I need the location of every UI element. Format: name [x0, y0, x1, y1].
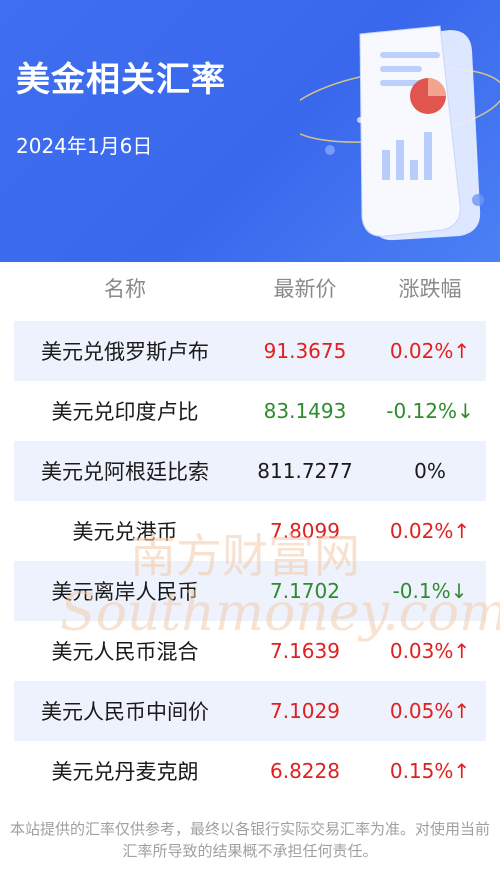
table-row: 美元兑港币 7.8099 0.02%↑: [14, 501, 486, 561]
disclaimer-text: 本站提供的汇率仅供参考，最终以各银行实际交易汇率为准。对使用当前汇率所导致的结果…: [9, 820, 490, 860]
table-row: 美元人民币中间价 7.1029 0.05%↑: [14, 681, 486, 741]
column-header-change: 涨跌幅: [398, 277, 462, 301]
table-row: 美元兑印度卢比 83.1493 -0.12%↓: [14, 381, 486, 441]
currency-pair-name: 美元人民币中间价: [41, 700, 209, 724]
latest-price: 91.3675: [263, 339, 347, 363]
exchange-rate-table: 美元兑俄罗斯卢布 91.3675 0.02%↑ 美元兑印度卢比 83.1493 …: [14, 321, 486, 801]
change-percent: -0.12%↓: [386, 399, 474, 423]
table-row: 美元兑俄罗斯卢布 91.3675 0.02%↑: [14, 321, 486, 381]
latest-price: 7.1029: [270, 699, 340, 723]
column-header-price: 最新价: [273, 277, 337, 301]
change-percent: 0.02%↑: [389, 519, 471, 543]
change-percent: -0.1%↓: [392, 579, 468, 603]
latest-price: 811.7277: [257, 459, 353, 483]
latest-price: 6.8228: [270, 759, 340, 783]
change-percent: 0.02%↑: [389, 339, 471, 363]
currency-pair-name: 美元兑港币: [72, 520, 178, 544]
table-row: 美元人民币混合 7.1639 0.03%↑: [14, 621, 486, 681]
table-row: 美元兑丹麦克朗 6.8228 0.15%↑: [14, 741, 486, 801]
change-percent: 0.15%↑: [389, 759, 471, 783]
table-row: 美元离岸人民币 7.1702 -0.1%↓: [14, 561, 486, 621]
currency-pair-name: 美元兑俄罗斯卢布: [41, 340, 209, 364]
latest-price: 83.1493: [263, 399, 347, 423]
column-header-name: 名称: [104, 277, 146, 301]
currency-pair-name: 美元离岸人民币: [51, 580, 199, 604]
header-banner: 美金相关汇率 2024年1月6日: [0, 0, 500, 262]
currency-pair-name: 美元兑印度卢比: [51, 400, 199, 424]
latest-price: 7.1639: [270, 639, 340, 663]
change-percent: 0.05%↑: [389, 699, 471, 723]
currency-pair-name: 美元人民币混合: [51, 640, 199, 664]
page-date: 2024年1月6日: [16, 134, 153, 158]
latest-price: 7.8099: [270, 519, 340, 543]
latest-price: 7.1702: [270, 579, 340, 603]
change-percent: 0.03%↑: [389, 639, 471, 663]
table-row: 美元兑阿根廷比索 811.7277 0%: [14, 441, 486, 501]
currency-pair-name: 美元兑阿根廷比索: [41, 460, 209, 484]
change-percent: 0%: [414, 459, 446, 483]
document-chart-illustration: [300, 25, 500, 241]
currency-pair-name: 美元兑丹麦克朗: [51, 760, 199, 784]
page-title: 美金相关汇率: [16, 60, 226, 100]
